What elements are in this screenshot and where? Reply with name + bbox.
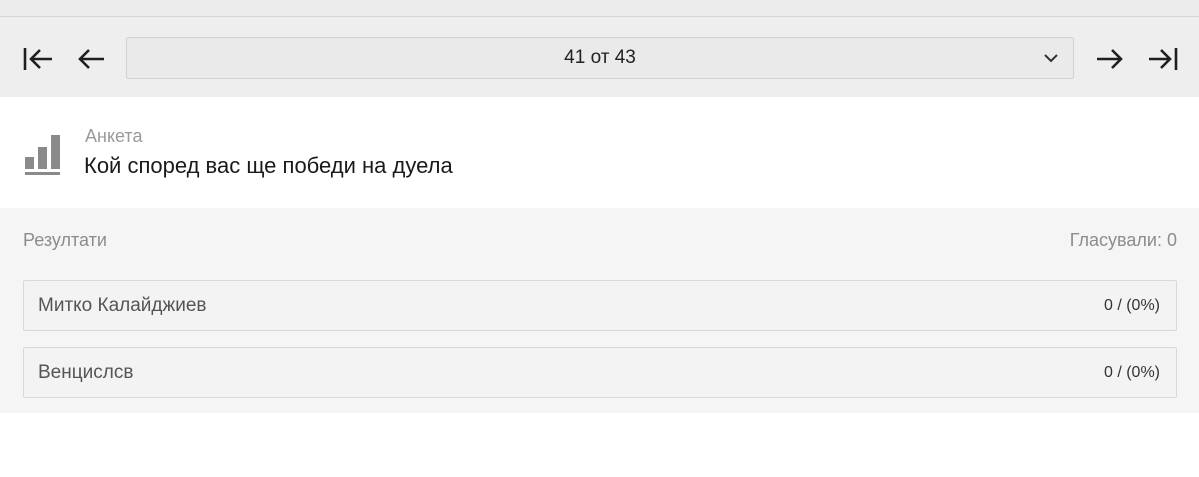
poll-question: Кой според вас ще победи на дуела xyxy=(84,153,453,178)
bar-chart-icon xyxy=(25,135,60,175)
poll-option-name: Митко Калайджиев xyxy=(38,295,207,316)
previous-page-button[interactable] xyxy=(73,41,109,77)
votes-count: Гласували: 0 xyxy=(1069,230,1177,250)
poll-option[interactable]: Венцислсв 0 / (0%) xyxy=(23,347,1177,398)
first-page-icon xyxy=(23,48,52,70)
arrow-left-icon xyxy=(78,49,104,69)
next-page-button[interactable] xyxy=(1092,41,1128,77)
poll-option-name: Венцислсв xyxy=(38,362,134,383)
last-page-button[interactable] xyxy=(1145,41,1181,77)
page-indicator: 41 от 43 xyxy=(564,47,636,68)
poll-option[interactable]: Митко Калайджиев 0 / (0%) xyxy=(23,280,1177,331)
arrow-right-icon xyxy=(1097,49,1123,69)
first-page-button[interactable] xyxy=(20,41,56,77)
results-panel: Резултати Гласували: 0 Митко Калайджиев … xyxy=(0,208,1199,413)
pagination-bar: 41 от 43 xyxy=(0,17,1199,97)
poll-option-result: 0 / (0%) xyxy=(1103,297,1160,314)
poll-header: Анкета Кой според вас ще победи на дуела xyxy=(0,97,1199,208)
last-page-icon xyxy=(1149,48,1178,70)
chevron-down-icon xyxy=(1044,54,1058,63)
poll-type-label: Анкета xyxy=(85,126,143,146)
results-title: Резултати xyxy=(23,230,107,250)
top-strip xyxy=(0,0,1199,17)
page-select[interactable]: 41 от 43 xyxy=(126,37,1074,79)
poll-option-result: 0 / (0%) xyxy=(1103,364,1160,381)
